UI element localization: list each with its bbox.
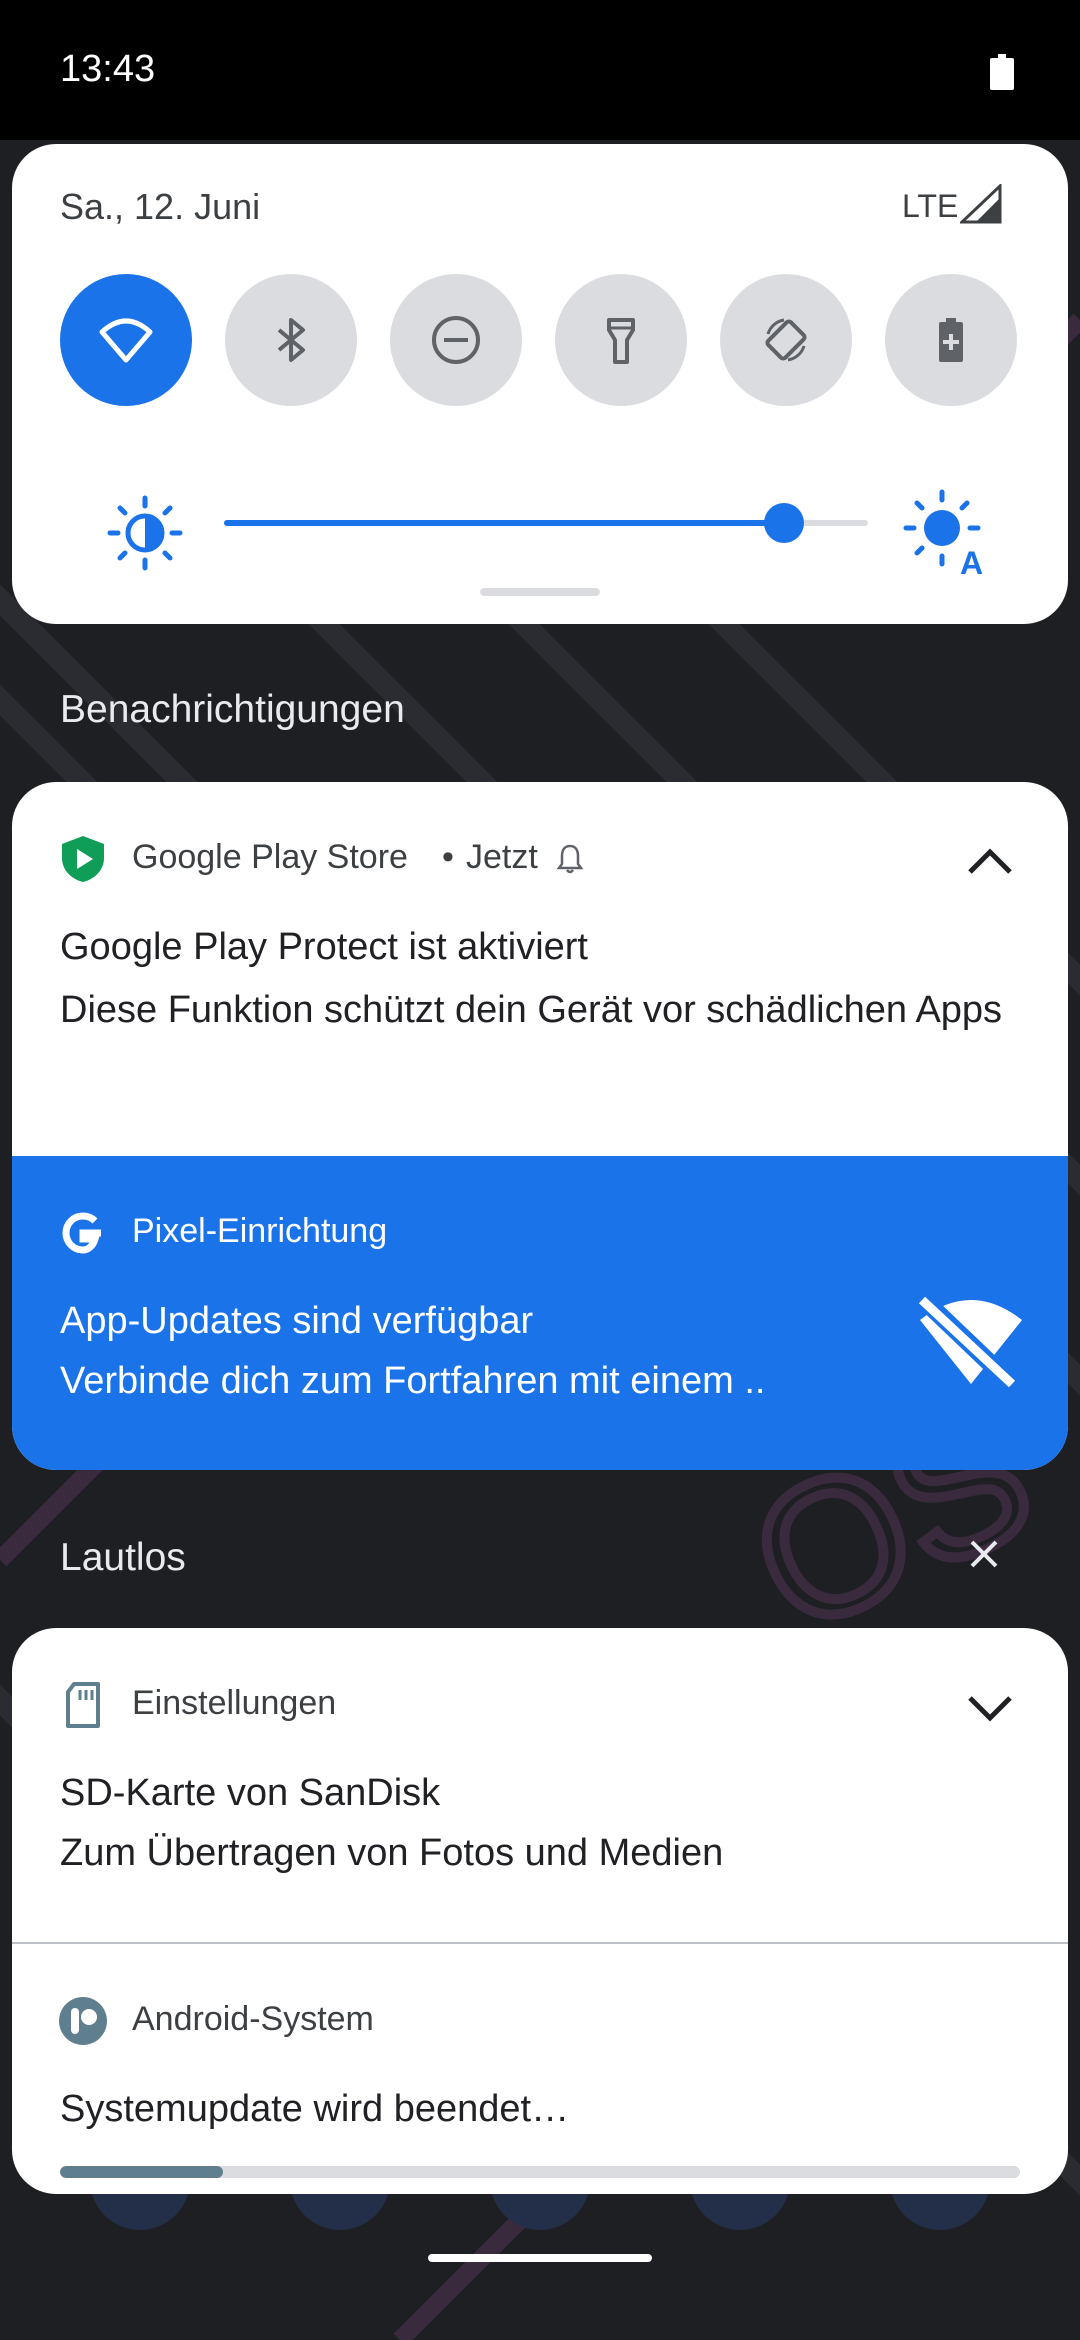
settings-app-name: Einstellungen	[132, 1684, 337, 1722]
notification-settings[interactable]: Einstellungen SD-Karte von SanDisk Zum Ü…	[12, 1628, 1068, 1944]
auto-rotate-tile[interactable]	[720, 274, 852, 406]
do-not-disturb-tile[interactable]	[390, 274, 522, 406]
settings-title: SD-Karte von SanDisk	[60, 1772, 441, 1814]
do-not-disturb-icon	[432, 316, 480, 364]
settings-text: Zum Übertragen von Fotos und Medien	[60, 1832, 724, 1874]
play-store-text: Diese Funktion schützt dein Gerät vor sc…	[60, 989, 1003, 1031]
auto-rotate-icon	[765, 318, 807, 362]
wifi-off-icon	[918, 1296, 1023, 1390]
pixel-setup-title: App-Updates sind verfügbar	[60, 1300, 534, 1342]
brightness-fill	[224, 520, 785, 526]
wifi-tile[interactable]	[60, 274, 192, 406]
battery-saver-tile[interactable]	[885, 274, 1017, 406]
pixel-setup-app-name: Pixel-Einrichtung	[132, 1212, 388, 1250]
close-icon[interactable]	[968, 1538, 1000, 1570]
pixel-setup-text: Verbinde dich zum Fortfahren mit einem .…	[60, 1360, 766, 1402]
alert-bell-icon	[556, 844, 584, 874]
android-system-title: Systemupdate wird beendet…	[60, 2088, 570, 2130]
expand-chevron-icon[interactable]	[962, 1680, 1018, 1736]
notification-play-store[interactable]: Google Play Store • Jetzt Google Play Pr…	[12, 782, 1068, 1156]
android-system-app-name: Android-System	[132, 2000, 374, 2038]
notifications-heading: Benachrichtigungen	[60, 688, 405, 731]
qs-date[interactable]: Sa., 12. Juni	[60, 186, 260, 228]
svg-text:A: A	[960, 545, 983, 578]
bluetooth-icon	[277, 318, 305, 362]
google-g-icon	[62, 1212, 101, 1254]
brightness-slider[interactable]	[224, 503, 868, 543]
wifi-icon	[99, 318, 153, 363]
battery-saver-icon	[939, 318, 963, 362]
android-system-icon	[59, 1997, 107, 2045]
status-bar: 13:43	[0, 0, 1080, 140]
silent-notifications-card: Einstellungen SD-Karte von SanDisk Zum Ü…	[12, 1628, 1068, 2194]
update-progress-bar	[60, 2166, 1020, 2178]
signal-icon	[960, 184, 1002, 224]
battery-icon	[990, 54, 1014, 90]
network-type: LTE	[902, 188, 959, 224]
notification-time: Jetzt	[466, 838, 538, 876]
quick-settings-panel: Sa., 12. Juni LTE A	[12, 144, 1068, 624]
play-store-title: Google Play Protect ist aktiviert	[60, 926, 588, 968]
header-separator: •	[442, 838, 454, 876]
notification-pixel-setup[interactable]: Pixel-Einrichtung App-Updates sind verfü…	[12, 1156, 1068, 1470]
play-protect-icon	[62, 836, 104, 882]
collapse-chevron-icon[interactable]	[962, 834, 1018, 890]
silent-heading: Lautlos	[60, 1536, 186, 1579]
brightness-low-icon	[107, 495, 183, 571]
qs-expand-handle[interactable]	[480, 588, 600, 596]
flashlight-tile[interactable]	[555, 274, 687, 406]
play-store-app-name: Google Play Store	[132, 838, 408, 876]
sd-card-icon	[66, 1682, 100, 1728]
bluetooth-tile[interactable]	[225, 274, 357, 406]
brightness-auto-icon[interactable]: A	[902, 488, 992, 578]
status-time: 13:43	[60, 48, 156, 90]
update-progress-fill	[60, 2166, 224, 2178]
brightness-thumb[interactable]	[764, 503, 805, 543]
notification-android-system[interactable]: Android-System Systemupdate wird beendet…	[12, 1944, 1068, 2194]
navigation-handle[interactable]	[428, 2254, 652, 2262]
flashlight-icon	[607, 318, 635, 364]
alerting-notifications-card: Google Play Store • Jetzt Google Play Pr…	[12, 782, 1068, 1470]
